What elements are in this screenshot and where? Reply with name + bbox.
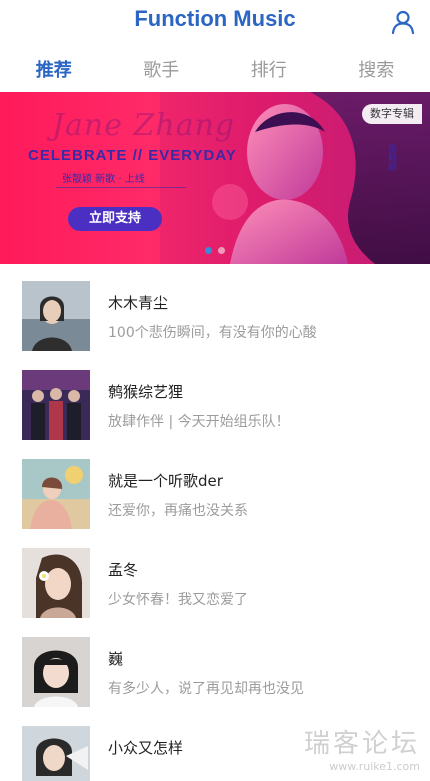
tab-recommend[interactable]: 推荐 bbox=[0, 56, 108, 82]
playlist-item[interactable]: 木木青尘 100个悲伤瞬间，有没有你的心酸 bbox=[0, 264, 430, 353]
playlist-title: 小众又怎样 bbox=[108, 739, 184, 757]
playlist-title: 孟冬 bbox=[108, 561, 139, 579]
playlist-desc: 100个悲伤瞬间，有没有你的心酸 bbox=[108, 325, 317, 341]
watermark-url: www.ruike1.com bbox=[329, 760, 420, 773]
carousel-dot[interactable] bbox=[218, 247, 225, 254]
playlist-cover bbox=[22, 370, 90, 440]
playlist-desc: 放肆作伴 | 今天开始组乐队！ bbox=[108, 414, 290, 430]
playlist-item[interactable]: 巍 有多少人，说了再见却再也没见 bbox=[0, 620, 430, 709]
playlist-item[interactable]: 鹩猴综艺狸 放肆作伴 | 今天开始组乐队！ bbox=[0, 353, 430, 442]
playlist-title: 鹩猴综艺狸 bbox=[108, 383, 184, 401]
banner-side-mark: 张靓颖 bbox=[386, 144, 396, 171]
tab-bar: 推荐 歌手 排行 搜索 bbox=[0, 46, 430, 92]
tab-singers[interactable]: 歌手 bbox=[108, 56, 216, 82]
watermark-main: 瑞客论坛 bbox=[303, 729, 420, 759]
playlist-desc: 还爱你，再痛也没关系 bbox=[108, 503, 248, 519]
tab-search[interactable]: 搜索 bbox=[323, 56, 430, 82]
user-icon[interactable] bbox=[390, 9, 416, 35]
tab-rankings[interactable]: 排行 bbox=[215, 56, 323, 82]
banner-script-text: Jane Zhang bbox=[52, 108, 236, 143]
playlist-cover bbox=[22, 637, 90, 707]
album-tag-badge: 数字专辑 bbox=[362, 104, 422, 124]
carousel-dot[interactable] bbox=[205, 247, 212, 254]
playlist-desc: 有多少人，说了再见却再也没见 bbox=[108, 681, 304, 697]
banner-subline: 张靓颖 新歌 · 上线 bbox=[62, 174, 145, 185]
app-screen: Function Music 推荐 歌手 排行 搜索 Jane Zhang CE… bbox=[0, 0, 430, 781]
banner-cta-button[interactable]: 立即支持 bbox=[68, 207, 162, 231]
app-header: Function Music bbox=[0, 0, 430, 46]
playlist-title: 木木青尘 bbox=[108, 294, 169, 312]
banner-headline: CELEBRATE // EVERYDAY bbox=[28, 147, 237, 164]
playlist-desc: 少女怀春！我又恋爱了 bbox=[108, 592, 248, 608]
playlist-cover bbox=[22, 281, 90, 351]
playlist-list: 木木青尘 100个悲伤瞬间，有没有你的心酸 鹩猴综艺狸 放肆作伴 | 今天开始组… bbox=[0, 264, 430, 781]
watermark: 瑞客论坛 www.ruike1.com bbox=[304, 723, 420, 773]
banner-divider bbox=[56, 187, 186, 188]
playlist-title: 就是一个听歌der bbox=[108, 472, 223, 490]
app-title: Function Music bbox=[134, 6, 296, 31]
playlist-item[interactable]: 就是一个听歌der 还爱你，再痛也没关系 bbox=[0, 442, 430, 531]
playlist-cover bbox=[22, 548, 90, 618]
playlist-title: 巍 bbox=[108, 650, 124, 668]
carousel-indicator bbox=[0, 239, 430, 258]
playlist-cover bbox=[22, 726, 90, 781]
banner-carousel[interactable]: Jane Zhang CELEBRATE // EVERYDAY 张靓颖 新歌 … bbox=[0, 92, 430, 264]
playlist-cover bbox=[22, 459, 90, 529]
playlist-item[interactable]: 孟冬 少女怀春！我又恋爱了 bbox=[0, 531, 430, 620]
